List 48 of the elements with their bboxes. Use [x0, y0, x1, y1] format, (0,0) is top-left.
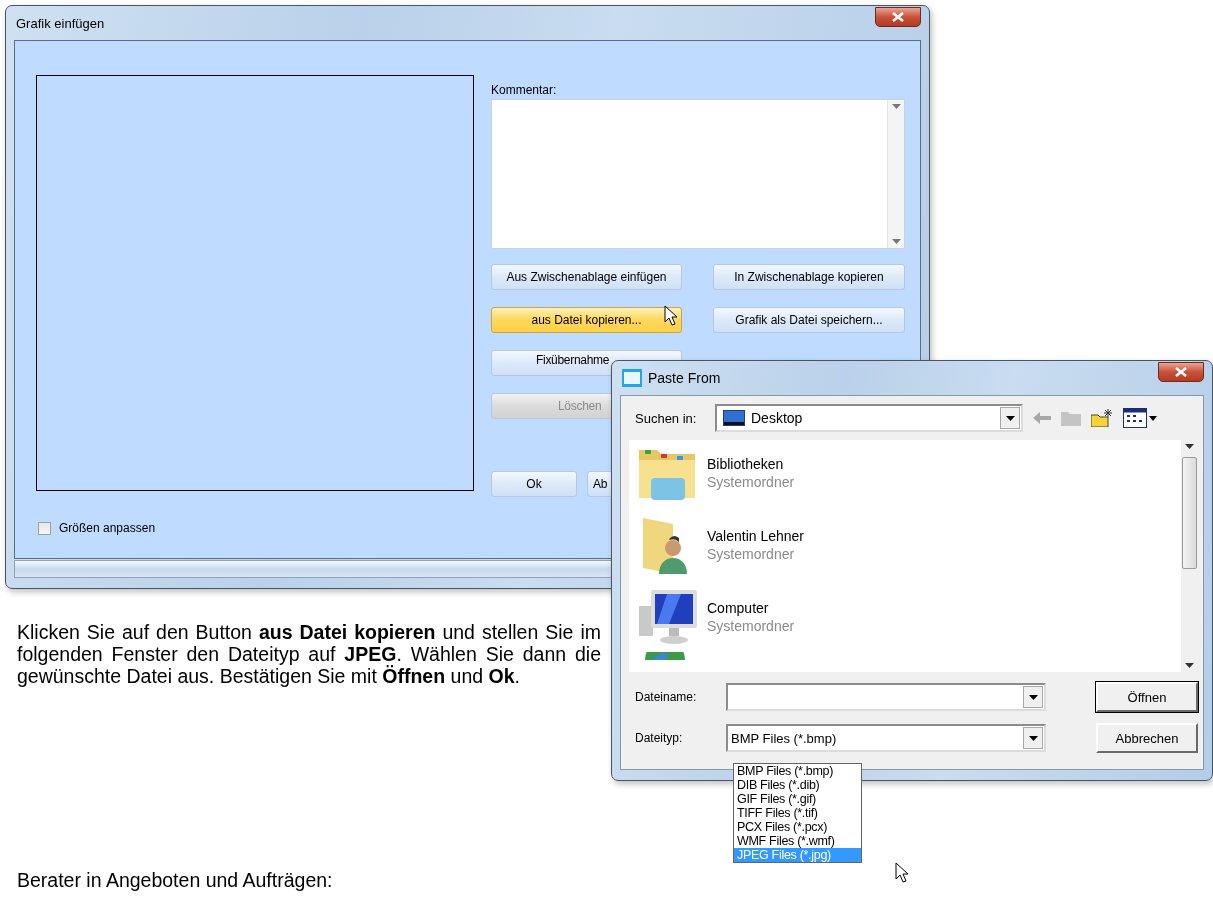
item-name: Bibliotheken: [707, 456, 785, 472]
checkbox[interactable]: [38, 521, 51, 535]
file-list-item[interactable]: Valentin Lehner Systemordner: [637, 514, 1181, 576]
window-title: Grafik einfügen: [16, 15, 106, 31]
dialog-button[interactable]: Ok: [491, 471, 577, 497]
item-name: Computer: [707, 600, 770, 616]
section-caption: Berater in Angeboten und Aufträgen:: [17, 869, 333, 892]
mouse-cursor-icon: [664, 305, 678, 326]
scrollbar[interactable]: [887, 100, 904, 248]
dropdown-arrow-icon: [891, 104, 901, 109]
comment-label: Kommentar:: [491, 83, 558, 97]
item-type: Systemordner: [707, 474, 795, 490]
close-button[interactable]: [1158, 362, 1204, 382]
action-button[interactable]: Aus Zwischenablage einfügen: [491, 264, 682, 290]
action-button[interactable]: In Zwischenablage kopieren: [713, 264, 905, 290]
desktop-icon: [723, 410, 745, 426]
action-button[interactable]: aus Datei kopieren...: [491, 307, 682, 333]
up-folder-icon[interactable]: [1061, 410, 1081, 426]
dropdown-arrow-icon: [1185, 444, 1194, 449]
action-button[interactable]: Grafik als Datei speichern...: [713, 307, 905, 333]
app-logo-icon: [622, 369, 642, 387]
checkbox-label: Größen anpassen: [59, 521, 156, 535]
open-button[interactable]: Öffnen: [1096, 682, 1198, 712]
dropdown-arrow-icon: [891, 239, 901, 244]
dropdown-arrow-icon: [1005, 415, 1015, 421]
close-icon: [1175, 367, 1187, 377]
file-name-field[interactable]: [726, 683, 1046, 711]
close-button[interactable]: [875, 7, 921, 27]
file-name-label: Dateiname:: [634, 690, 698, 704]
item-name: Valentin Lehner: [707, 528, 805, 544]
dropdown-arrow-icon: [1185, 663, 1194, 668]
new-folder-icon[interactable]: [1091, 409, 1113, 427]
mouse-cursor-icon: [895, 862, 909, 883]
close-icon: [892, 12, 904, 22]
file-type-label: Dateityp:: [634, 731, 684, 745]
comment-field[interactable]: [491, 99, 905, 249]
file-list-item[interactable]: Computer Systemordner: [637, 586, 1181, 648]
dropdown-arrow-icon: [1028, 694, 1038, 700]
item-type: Systemordner: [707, 618, 795, 634]
instruction-paragraph: Klicken Sie auf den Button aus Datei kopieren und stellen Sie im folgenden Fenster den Dateityp auf JPEG. Wählen Sie dann die gewünschte Datei aus. Bestätigen Sie mit Öffnen und Ok.: [17, 621, 601, 687]
back-arrow-icon[interactable]: [1033, 412, 1051, 424]
item-type: Systemordner: [707, 546, 796, 562]
cancel-button[interactable]: Abbrechen: [1096, 723, 1198, 753]
file-type-dropdown[interactable]: BMP Files (*.bmp): [726, 724, 1046, 752]
look-in-dropdown[interactable]: Desktop: [715, 404, 1023, 432]
dropdown-arrow-icon: [1028, 735, 1038, 741]
view-menu-icon[interactable]: [1123, 408, 1157, 428]
file-list-item[interactable]: Bibliotheken Systemordner: [637, 442, 1181, 504]
